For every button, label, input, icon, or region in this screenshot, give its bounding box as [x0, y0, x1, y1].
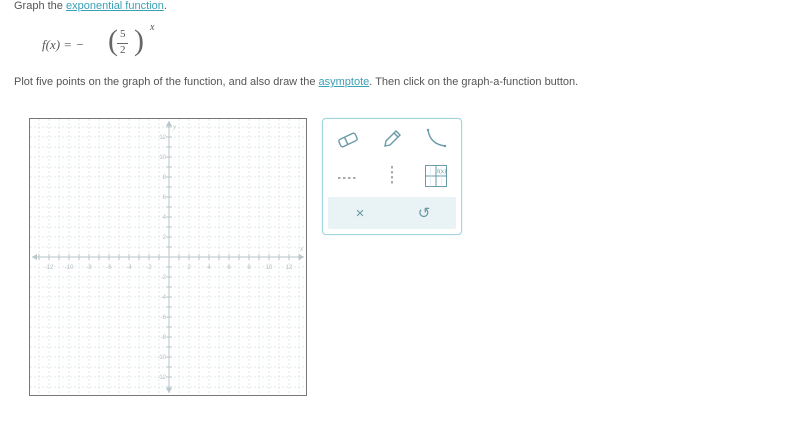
y-tick-label: -8: [161, 335, 167, 341]
graph-function-button[interactable]: f(x): [423, 163, 449, 189]
graph-function-label: f(x): [437, 168, 446, 175]
x-axis-arrow-right: [299, 254, 304, 260]
dashed-line-icon: [338, 177, 358, 179]
right-paren: ): [134, 24, 144, 57]
asymptote-vertical-tool[interactable]: [379, 163, 405, 189]
question-text: Graph the exponential function.: [14, 0, 167, 12]
x-tick-label: -4: [126, 265, 132, 271]
x-axis-arrow-left: [32, 254, 37, 260]
asymptote-link[interactable]: asymptote: [319, 76, 370, 88]
left-paren: (: [108, 24, 118, 57]
x-tick-label: -12: [45, 265, 54, 271]
asymptote-horizontal-tool[interactable]: [335, 165, 361, 191]
question-prefix: Graph the: [14, 0, 66, 12]
coordinate-grid[interactable]: -12 -10 -8 -6 -4 -2 2 4 6 8 10 12 12 10 8 6 4 2 -2 -4 -6 -8 -1…: [30, 119, 306, 395]
x-tick-label: -6: [106, 265, 112, 271]
graphing-toolbox: f(x) × ↺: [322, 118, 462, 235]
y-axis-arrow-down: [166, 388, 172, 393]
eraser-icon: [338, 132, 358, 148]
exponential-function-link[interactable]: exponential function: [66, 0, 164, 12]
x-tick-label: 10: [266, 265, 273, 271]
x-tick-label: 6: [227, 265, 231, 271]
pencil-icon: [384, 130, 401, 147]
eraser-tool[interactable]: [335, 127, 361, 153]
instructions-text: Plot five points on the graph of the fun…: [14, 76, 578, 88]
undo-button[interactable]: ↺: [410, 201, 438, 225]
y-tick-label: 6: [163, 195, 167, 201]
y-axis-label: y: [172, 123, 177, 131]
instructions-part2: . Then click on the graph-a-function but…: [369, 76, 579, 88]
y-tick-label: 4: [163, 215, 167, 221]
fraction-denominator: 2: [120, 44, 126, 56]
close-icon: ×: [355, 204, 365, 222]
formula-exponent: x: [150, 22, 155, 33]
y-tick-label: 10: [159, 155, 166, 161]
pencil-tool[interactable]: [379, 126, 405, 152]
y-tick-label: -6: [161, 315, 167, 321]
x-tick-label: 4: [207, 265, 211, 271]
y-tick-label: -10: [157, 355, 166, 361]
y-tick-label: 2: [163, 235, 167, 241]
y-tick-label: 12: [159, 135, 166, 141]
undo-icon: ↺: [417, 205, 431, 222]
curve-icon: [426, 128, 447, 148]
graph-function-icon: f(x): [425, 165, 447, 187]
y-tick-label: -2: [161, 275, 167, 281]
clear-button[interactable]: ×: [346, 201, 374, 225]
x-axis-label: x: [299, 245, 304, 253]
x-tick-label: 12: [286, 265, 293, 271]
y-axis-arrow-up: [166, 121, 172, 126]
graph-area[interactable]: -12 -10 -8 -6 -4 -2 2 4 6 8 10 12 12 10 8 6 4 2 -2 -4 -6 -8 -1…: [29, 118, 307, 396]
x-tick-label: -10: [65, 265, 74, 271]
vertical-dashed-line-icon: [391, 166, 393, 186]
y-tick-label: -4: [161, 295, 167, 301]
curve-tool[interactable]: [423, 126, 449, 152]
x-tick-label: -8: [86, 265, 92, 271]
x-tick-label: -2: [146, 265, 152, 271]
x-tick-label: 2: [187, 265, 191, 271]
question-suffix: .: [163, 0, 167, 12]
x-tick-label: 8: [247, 265, 251, 271]
formula-lhs: f(x) = −: [42, 37, 85, 52]
instructions-part1: Plot five points on the graph of the fun…: [14, 76, 319, 88]
y-tick-label: -12: [157, 375, 166, 381]
action-bar: × ↺: [328, 197, 456, 229]
y-tick-label: 8: [163, 175, 167, 181]
fraction-numerator: 5: [120, 28, 126, 40]
